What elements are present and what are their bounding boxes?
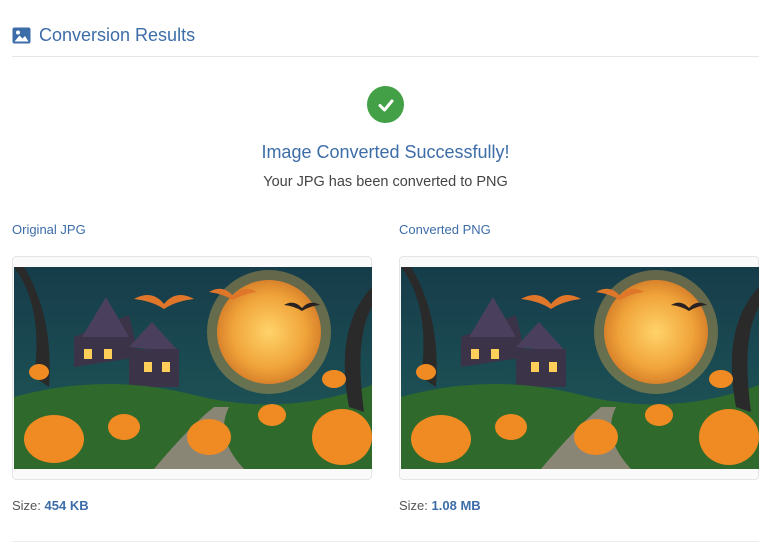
converted-size: Size: 1.08 MB	[399, 496, 481, 516]
check-circle-icon	[367, 86, 404, 123]
section-title: Conversion Results	[39, 25, 196, 45]
converted-image-card	[399, 256, 759, 480]
converted-size-label: Size:	[399, 498, 428, 513]
conversion-results-panel: Conversion Results Image Converted Succe…	[0, 0, 781, 544]
section-divider	[12, 541, 759, 542]
success-title: Image Converted Successfully!	[261, 142, 510, 162]
original-label: Original JPG	[12, 222, 86, 237]
image-icon	[12, 27, 31, 44]
original-size-label: Size:	[12, 498, 41, 513]
converted-image-preview[interactable]	[401, 267, 759, 469]
success-message: Your JPG has been converted to PNG	[263, 174, 508, 190]
original-image-preview[interactable]	[14, 267, 372, 469]
original-image-card	[12, 256, 372, 480]
original-size-value: 454 KB	[44, 498, 89, 513]
original-size: Size: 454 KB	[12, 496, 89, 516]
section-header: Conversion Results	[12, 22, 759, 57]
check-mark-icon	[378, 99, 393, 111]
converted-size-value: 1.08 MB	[431, 498, 481, 513]
converted-label: Converted PNG	[399, 222, 491, 237]
